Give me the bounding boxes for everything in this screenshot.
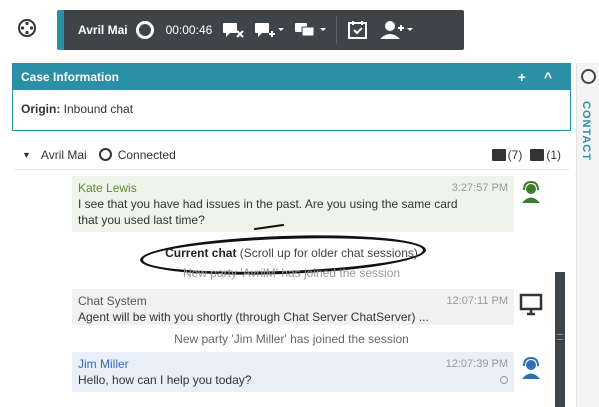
current-chat-label: Current chat bbox=[165, 246, 237, 260]
origin-value: Inbound chat bbox=[63, 102, 134, 116]
delivery-status-icon bbox=[500, 376, 508, 384]
chat-party-header: ▼ Avril Mai Connected (7) (1) bbox=[14, 140, 569, 170]
chat-message: Jim Miller 12:07:39 PM Hello, how can I … bbox=[72, 352, 514, 392]
chat-message: Chat System 12:07:11 PM Agent will be wi… bbox=[72, 289, 514, 325]
case-origin-row: Origin: Inbound chat bbox=[13, 90, 570, 128]
transcript-scrollbar[interactable] bbox=[555, 272, 565, 407]
chat-transfer-icon bbox=[255, 23, 285, 37]
calendar-icon bbox=[348, 21, 368, 39]
connection-status-icon bbox=[98, 148, 112, 161]
transfer-chat-button[interactable] bbox=[254, 21, 285, 39]
interactions-count-value: (7) bbox=[507, 147, 523, 162]
interactions-count[interactable]: (7) bbox=[491, 147, 523, 162]
cases-count-value: (1) bbox=[546, 147, 561, 162]
message-sender: Kate Lewis bbox=[78, 181, 137, 195]
interaction-toolbar: Avril Mai 00:00:46 bbox=[57, 10, 464, 50]
side-rail: CONTACT bbox=[576, 63, 599, 407]
chat-transcript[interactable]: Kate Lewis 3:27:57 PM I see that you hav… bbox=[14, 176, 569, 407]
current-chat-notice: Current chat (Scroll up for older chat s… bbox=[14, 246, 569, 260]
toolbar-separator bbox=[336, 16, 338, 44]
message-time: 12:07:39 PM bbox=[445, 358, 508, 370]
case-information-panel: Case Information + ^ Origin: Inbound cha… bbox=[12, 63, 571, 131]
chat-message: Kate Lewis 3:27:57 PM I see that you hav… bbox=[72, 176, 514, 232]
message-sender: Chat System bbox=[78, 294, 147, 308]
message-text: I see that you have had issues in the pa… bbox=[78, 197, 458, 227]
folder-icon bbox=[491, 148, 506, 161]
chat-end-icon bbox=[223, 23, 245, 38]
message-text: Agent will be with you shortly (through … bbox=[78, 310, 429, 324]
schedule-callback-button[interactable] bbox=[347, 20, 369, 40]
agent-headset-icon bbox=[522, 180, 540, 203]
collapse-case-button[interactable]: ^ bbox=[544, 69, 552, 85]
contact-tab[interactable]: CONTACT bbox=[580, 101, 592, 161]
message-text: Hello, how can I help you today? bbox=[78, 373, 252, 387]
cases-count[interactable]: (1) bbox=[530, 148, 561, 162]
case-information-title: Case Information bbox=[21, 70, 120, 84]
message-time: 12:07:11 PM bbox=[446, 295, 508, 307]
document-icon bbox=[530, 148, 545, 161]
message-sender: Jim Miller bbox=[78, 357, 129, 371]
add-case-data-button[interactable]: + bbox=[518, 69, 526, 85]
toolbar-accent bbox=[57, 10, 64, 50]
conference-chat-button[interactable] bbox=[294, 21, 327, 39]
rail-toggle-icon[interactable] bbox=[581, 69, 596, 84]
end-chat-button[interactable] bbox=[222, 21, 245, 39]
party-actions-button[interactable] bbox=[379, 20, 414, 40]
party-name: Avril Mai bbox=[40, 147, 87, 162]
call-timer: 00:00:46 bbox=[165, 23, 213, 37]
monitor-icon bbox=[519, 293, 543, 316]
user-add-icon bbox=[380, 21, 414, 39]
chat-conference-icon bbox=[295, 23, 327, 37]
collapse-party-caret-icon[interactable]: ▼ bbox=[22, 150, 31, 160]
origin-label: Origin: bbox=[21, 102, 61, 116]
globe-status-icon[interactable] bbox=[17, 18, 37, 38]
status-ring-icon[interactable] bbox=[135, 21, 154, 39]
party-joined-notice: New party 'Jim Miller' has joined the se… bbox=[174, 332, 409, 346]
case-information-header: Case Information + ^ bbox=[13, 64, 570, 90]
message-time: 3:27:57 PM bbox=[451, 182, 508, 194]
agent-name: Avril Mai bbox=[78, 23, 128, 37]
scrollbar-grip-icon[interactable] bbox=[557, 334, 563, 340]
current-chat-hint: (Scroll up for older chat sessions) bbox=[236, 246, 418, 260]
agent-headset-icon bbox=[522, 356, 540, 379]
connection-status: Connected bbox=[117, 147, 176, 162]
party-joined-notice: New party 'AvrilM' has joined the sessio… bbox=[182, 266, 401, 280]
